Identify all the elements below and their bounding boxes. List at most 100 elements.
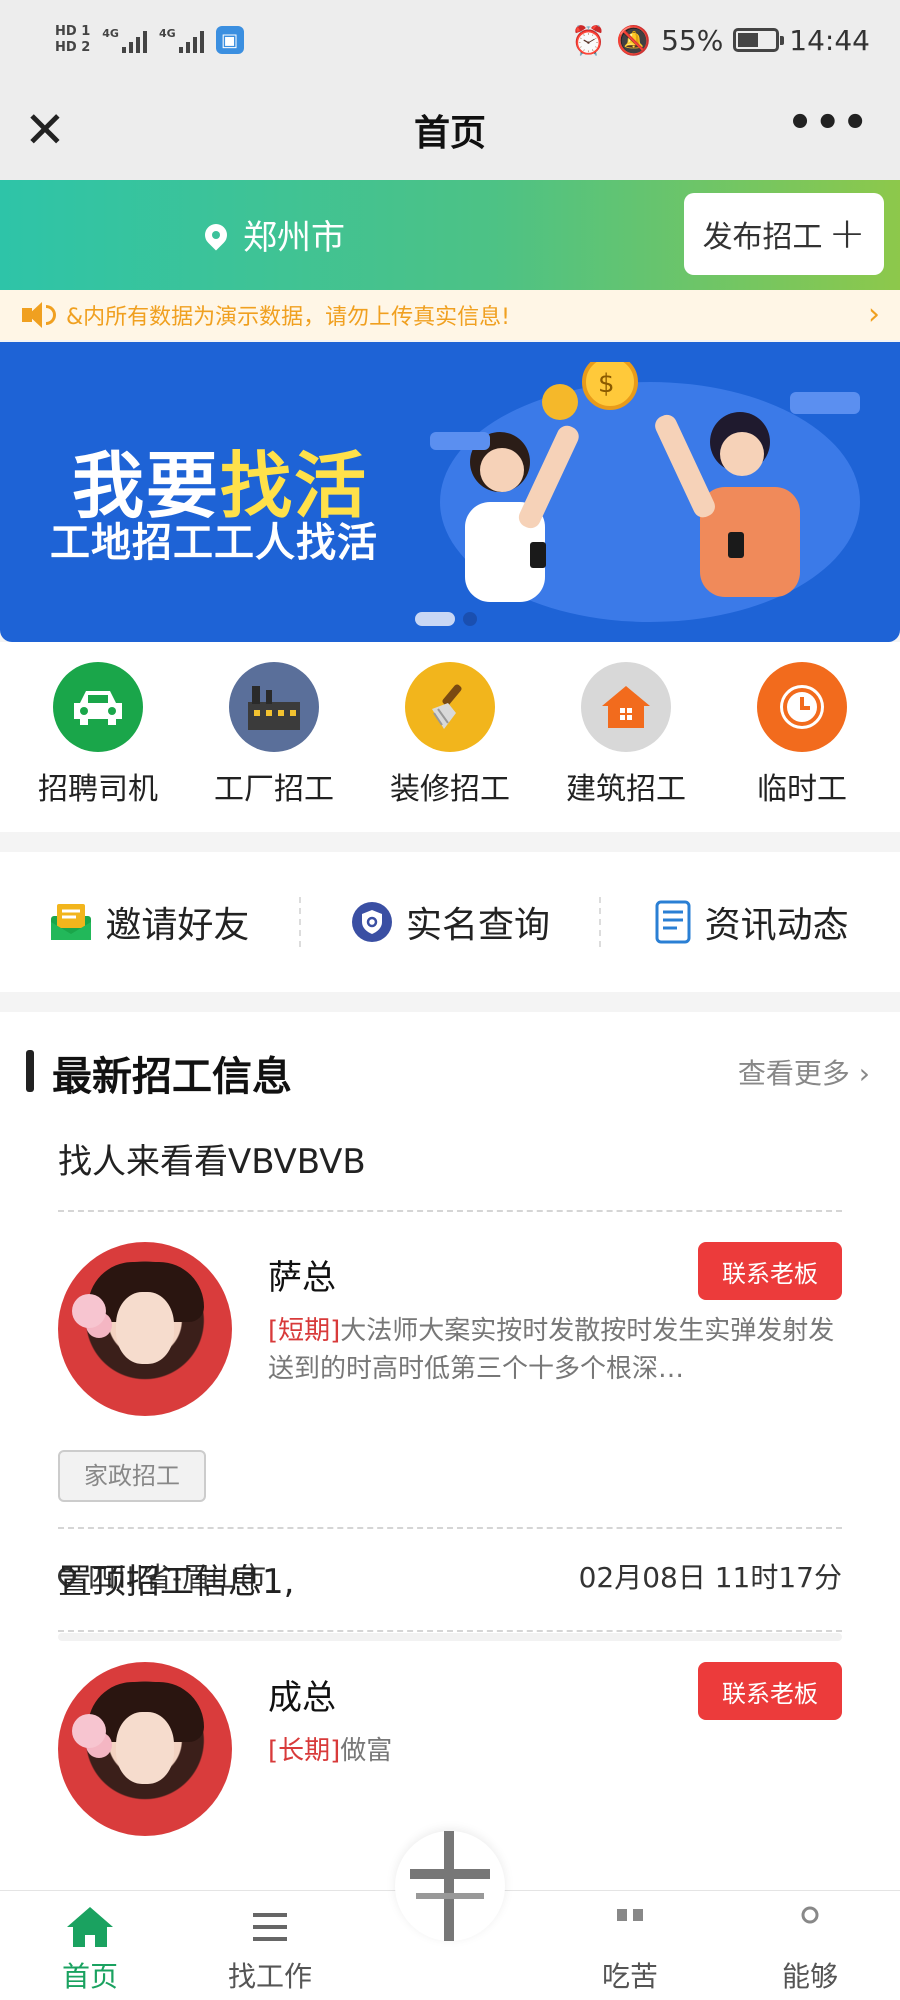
notice-bar[interactable]: &内所有数据为演示数据，请勿上传真实信息! › (0, 290, 900, 340)
user-icon (801, 1906, 819, 1924)
job-card[interactable]: 找人来看看VBVBVB 萨总 联系老板 [短期]大法师大案实按时发散按时发生实弹… (54, 1112, 842, 1641)
quick-link-label: 邀请好友 (105, 905, 250, 946)
page-title: 首页 (413, 113, 486, 154)
location-pin-icon (200, 218, 232, 251)
speaker-icon (20, 300, 60, 330)
nav-bar: ✕ 首页 ••• (0, 80, 900, 180)
job-card[interactable]: 置顶招工信息1, 成总 联系老板 [长期]做富 (58, 1532, 842, 1872)
news-link[interactable]: 资讯动态 (601, 897, 900, 947)
category-driver[interactable]: 招聘司机 (10, 662, 186, 832)
section-accent-bar (26, 1050, 34, 1092)
chevron-right-icon: › (858, 1057, 870, 1090)
publish-center-button[interactable] (395, 1831, 505, 1941)
category-label: 工厂招工 (214, 772, 334, 807)
tab-home[interactable]: 首页 (0, 1905, 180, 1995)
plus-icon (410, 1831, 490, 1941)
mute-bell-icon: 🔕 (616, 23, 652, 57)
tab-find-work[interactable]: 找工作 (180, 1905, 360, 1995)
more-icon[interactable]: ••• (787, 100, 870, 146)
notice-text: &内所有数据为演示数据，请勿上传真实信息! (66, 305, 510, 330)
publish-job-button[interactable]: 发布招工 + (684, 193, 884, 275)
job-title: 置顶招工信息1, (58, 1532, 842, 1632)
home-icon (67, 1907, 113, 1947)
category-label: 装修招工 (390, 772, 510, 807)
status-bar: HD 1 HD 2 4G 4G ▣ ⏰ 🔕 55% 14:44 (0, 0, 900, 80)
job-title: 找人来看看VBVBVB (58, 1112, 842, 1212)
plus-icon: + (828, 208, 866, 259)
clock-time: 14:44 (789, 23, 870, 57)
close-icon[interactable]: ✕ (24, 102, 66, 158)
category-label: 招聘司机 (38, 772, 158, 807)
house-icon (581, 662, 671, 752)
category-label: 建筑招工 (566, 772, 686, 807)
quick-link-label: 资讯动态 (704, 905, 849, 946)
app-notification-icon: ▣ (215, 26, 244, 54)
banner-subtitle: 工地招工工人找活 (50, 520, 378, 566)
job-description: [短期]大法师大案实按时发散按时发生实弹发射发送到的时高时低第三个十多个根深… (268, 1312, 842, 1388)
signal-1-icon: 4G (102, 27, 147, 53)
list-icon (253, 1913, 287, 1941)
carousel-indicator[interactable] (415, 612, 477, 626)
category-label: 临时工 (757, 772, 847, 807)
view-more-link[interactable]: 查看更多 › (738, 1052, 870, 1092)
network-1-label: 4G (102, 27, 119, 40)
tab-4[interactable]: 吃苦 (540, 1905, 720, 1995)
tab-5[interactable]: 能够 (720, 1905, 900, 1995)
envelope-icon (51, 904, 92, 940)
battery-icon (733, 28, 785, 52)
job-description: [长期]做富 (268, 1732, 842, 1770)
status-right: ⏰ 🔕 55% 14:44 (571, 24, 870, 57)
brush-icon (405, 662, 495, 752)
invite-friends-link[interactable]: 邀请好友 (0, 897, 301, 947)
car-icon (53, 662, 143, 752)
sim-labels: HD 1 HD 2 (55, 24, 90, 56)
sim2-label: HD 2 (55, 40, 91, 55)
quick-link-label: 实名查询 (406, 905, 551, 946)
factory-icon (229, 662, 319, 752)
section-header: 最新招工信息 查看更多 › (0, 1032, 900, 1102)
job-term-badge: [长期] (268, 1736, 341, 1766)
tab-label: 能够 (781, 1960, 838, 1993)
avatar (58, 1662, 232, 1836)
contact-boss-button[interactable]: 联系老板 (698, 1662, 842, 1720)
section-title: 最新招工信息 (52, 1054, 292, 1100)
view-more-label: 查看更多 (737, 1057, 850, 1090)
boss-name: 成总 (268, 1678, 336, 1718)
job-description-text: 大法师大案实按时发散按时发生实弹发射发送到的时高时低第三个十多个根深… (268, 1316, 835, 1384)
job-term-badge: [短期] (268, 1316, 341, 1346)
shield-icon (352, 902, 392, 942)
bottom-tab-bar: 首页 找工作 吃苦 能够 (0, 1831, 900, 2000)
city-name: 郑州市 (243, 218, 345, 258)
boss-name: 萨总 (268, 1258, 336, 1298)
city-selector[interactable]: 郑州市 (200, 210, 345, 259)
real-name-query-link[interactable]: 实名查询 (301, 897, 602, 947)
category-decoration[interactable]: 装修招工 (362, 662, 538, 832)
menu-grid-icon (617, 1909, 643, 1921)
contact-boss-button[interactable]: 联系老板 (698, 1242, 842, 1300)
job-body: 萨总 联系老板 [短期]大法师大案实按时发散按时发生实弹发射发送到的时高时低第三… (54, 1212, 842, 1641)
publish-job-label: 发布招工 (702, 220, 823, 255)
sim1-label: HD 1 (55, 24, 91, 39)
category-factory[interactable]: 工厂招工 (186, 662, 362, 832)
promo-banner[interactable]: 我要找活 工地招工工人找活 $ (0, 342, 900, 642)
category-temporary[interactable]: 临时工 (714, 662, 890, 832)
avatar (58, 1242, 232, 1416)
job-category-tag: 家政招工 (58, 1450, 206, 1502)
carousel-dot-active[interactable] (415, 612, 455, 626)
signal-2-icon: 4G (159, 27, 204, 53)
status-left: HD 1 HD 2 4G 4G ▣ (55, 24, 244, 56)
city-bar: 郑州市 发布招工 + (0, 180, 900, 290)
category-construction[interactable]: 建筑招工 (538, 662, 714, 832)
carousel-dot[interactable] (463, 612, 477, 626)
network-2-label: 4G (158, 27, 176, 40)
tab-label: 首页 (61, 1960, 118, 1993)
clock-icon (757, 662, 847, 752)
banner-illustration: $ (430, 362, 860, 622)
battery-percent: 55% (661, 23, 724, 57)
chevron-right-icon: › (868, 297, 880, 332)
job-description-text: 做富 (340, 1736, 393, 1766)
alarm-icon: ⏰ (571, 23, 607, 57)
category-grid: 招聘司机 工厂招工 装修招工 建筑招工 临时工 (0, 642, 900, 832)
quick-links: 邀请好友 实名查询 资讯动态 (0, 852, 900, 992)
svg-text:$: $ (598, 369, 615, 399)
